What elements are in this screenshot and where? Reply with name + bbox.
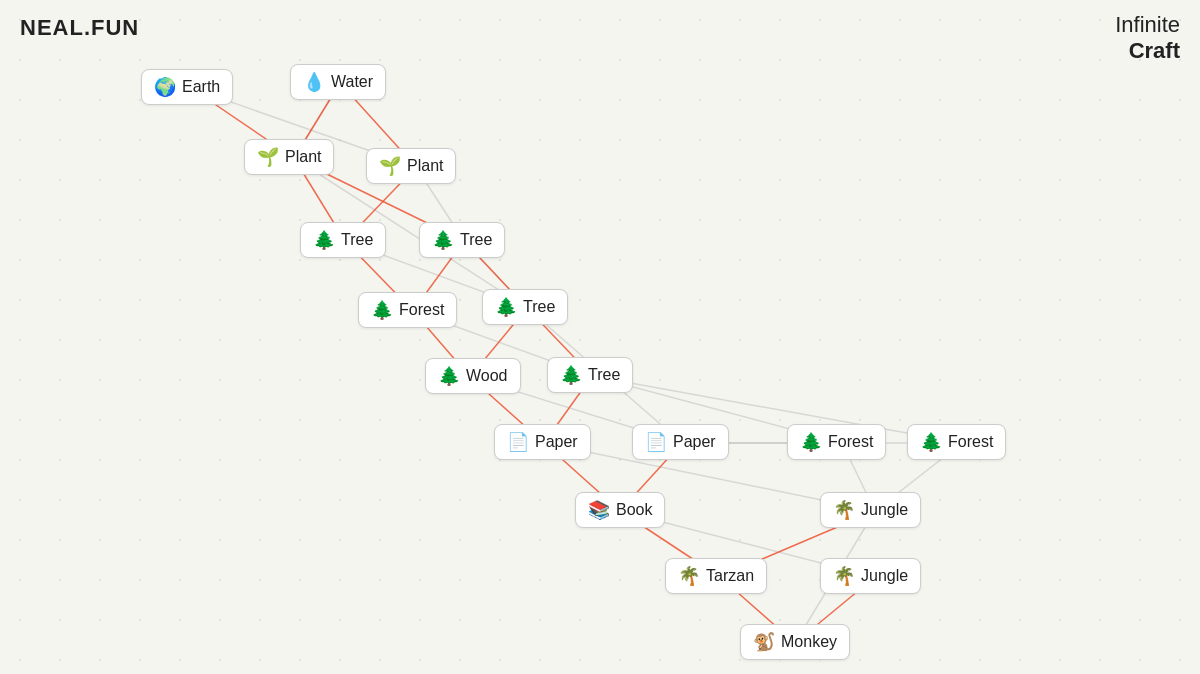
plant2-icon: 🌱 (379, 155, 401, 177)
water-icon: 💧 (303, 71, 325, 93)
node-monkey[interactable]: 🐒 Monkey (740, 624, 850, 660)
earth-icon: 🌍 (154, 76, 176, 98)
jungle1-icon: 🌴 (833, 499, 855, 521)
node-jungle1[interactable]: 🌴 Jungle (820, 492, 921, 528)
water-label: Water (331, 73, 373, 91)
plant1-icon: 🌱 (257, 146, 279, 168)
node-tree1[interactable]: 🌲 Tree (300, 222, 386, 258)
node-tree3[interactable]: 🌲 Tree (482, 289, 568, 325)
paper1-label: Paper (535, 433, 578, 451)
tree2-label: Tree (460, 231, 492, 249)
plant2-label: Plant (407, 157, 443, 175)
forest2-icon: 🌲 (800, 431, 822, 453)
tarzan-icon: 🌴 (678, 565, 700, 587)
node-tree4[interactable]: 🌲 Tree (547, 357, 633, 393)
node-plant2[interactable]: 🌱 Plant (366, 148, 456, 184)
forest2-label: Forest (828, 433, 873, 451)
node-forest1[interactable]: 🌲 Forest (358, 292, 457, 328)
node-tarzan[interactable]: 🌴 Tarzan (665, 558, 767, 594)
logo-left: NEAL.FUN (20, 15, 139, 41)
forest3-label: Forest (948, 433, 993, 451)
monkey-label: Monkey (781, 633, 837, 651)
paper2-icon: 📄 (645, 431, 667, 453)
paper2-label: Paper (673, 433, 716, 451)
book-label: Book (616, 501, 652, 519)
wood-icon: 🌲 (438, 365, 460, 387)
node-wood[interactable]: 🌲 Wood (425, 358, 521, 394)
forest3-icon: 🌲 (920, 431, 942, 453)
tree3-label: Tree (523, 298, 555, 316)
node-book[interactable]: 📚 Book (575, 492, 665, 528)
paper1-icon: 📄 (507, 431, 529, 453)
node-paper1[interactable]: 📄 Paper (494, 424, 591, 460)
tree2-icon: 🌲 (432, 229, 454, 251)
node-forest2[interactable]: 🌲 Forest (787, 424, 886, 460)
node-water[interactable]: 💧 Water (290, 64, 386, 100)
node-forest3[interactable]: 🌲 Forest (907, 424, 1006, 460)
jungle2-label: Jungle (861, 567, 908, 585)
tree1-icon: 🌲 (313, 229, 335, 251)
monkey-icon: 🐒 (753, 631, 775, 653)
tree4-icon: 🌲 (560, 364, 582, 386)
node-plant1[interactable]: 🌱 Plant (244, 139, 334, 175)
wood-label: Wood (466, 367, 508, 385)
node-jungle2[interactable]: 🌴 Jungle (820, 558, 921, 594)
node-tree2[interactable]: 🌲 Tree (419, 222, 505, 258)
logo-right: Infinite Craft (1115, 12, 1180, 65)
jungle1-label: Jungle (861, 501, 908, 519)
node-earth[interactable]: 🌍 Earth (141, 69, 233, 105)
earth-label: Earth (182, 78, 220, 96)
node-paper2[interactable]: 📄 Paper (632, 424, 729, 460)
forest1-icon: 🌲 (371, 299, 393, 321)
plant1-label: Plant (285, 148, 321, 166)
tree4-label: Tree (588, 366, 620, 384)
tree3-icon: 🌲 (495, 296, 517, 318)
tree1-label: Tree (341, 231, 373, 249)
tarzan-label: Tarzan (706, 567, 754, 585)
jungle2-icon: 🌴 (833, 565, 855, 587)
book-icon: 📚 (588, 499, 610, 521)
forest1-label: Forest (399, 301, 444, 319)
